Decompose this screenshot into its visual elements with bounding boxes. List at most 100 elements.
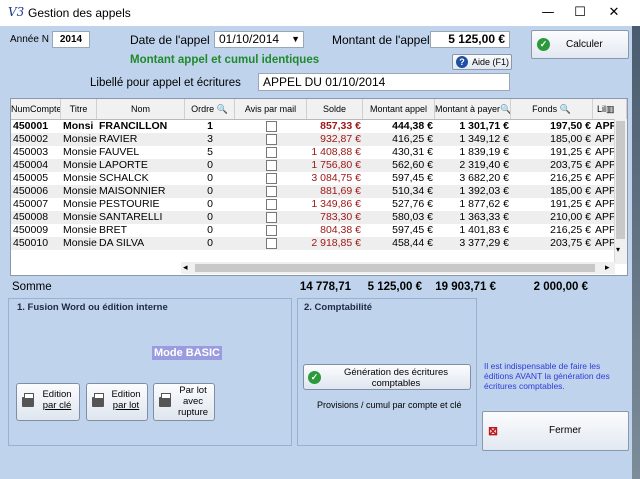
cell-avis[interactable]	[235, 146, 307, 159]
cell-appel: 458,44 €	[392, 237, 433, 249]
cell-nom: SANTARELLI	[99, 211, 163, 223]
header-montant-appel[interactable]: Montant appel	[363, 99, 435, 119]
close-icon: ⊠	[488, 424, 499, 438]
window-title: Gestion des appels	[28, 6, 131, 20]
btn2-line2: par lot	[112, 400, 140, 411]
montant-input[interactable]: 5 125,00 €	[430, 31, 510, 48]
cell-ordre: 0	[207, 185, 213, 197]
avis-checkbox[interactable]	[265, 185, 277, 197]
avis-checkbox[interactable]	[265, 159, 277, 171]
calculer-button[interactable]: ✓ Calculer	[531, 30, 629, 59]
cell-avis[interactable]	[235, 185, 307, 198]
section-comptabilite: 2. Comptabilité ✓ Génération des écritur…	[297, 298, 477, 446]
cell-avis[interactable]	[235, 133, 307, 146]
avis-checkbox[interactable]	[265, 211, 277, 223]
cell-nom: FAUVEL	[99, 146, 140, 158]
header-nom[interactable]: Nom	[97, 99, 185, 119]
cell-nom: BRET	[99, 224, 128, 236]
cell-solde: 2 918,85 €	[311, 237, 361, 249]
header-solde[interactable]: Solde	[307, 99, 363, 119]
table-row[interactable]: 450007 Monsie PESTOURIE 0 1 349,86 € 527,76 €…	[11, 198, 615, 211]
header-ordre-label: Ordre	[191, 104, 215, 114]
maximize-button[interactable]: ☐	[562, 0, 598, 26]
avis-checkbox[interactable]	[265, 224, 277, 236]
avis-checkbox[interactable]	[265, 172, 277, 184]
table-row[interactable]: 450002 Monsie RAVIER 3 932,87 € 416,25 € 1 349…	[11, 133, 615, 146]
cell-nom: LAPORTE	[99, 159, 148, 171]
edition-par-lot-button[interactable]: Edition par lot	[86, 383, 148, 421]
printer-icon	[22, 393, 34, 407]
cell-avis[interactable]	[235, 237, 307, 250]
fermer-button[interactable]: ⊠ Fermer	[482, 411, 629, 451]
libelle-input[interactable]: APPEL DU 01/10/2014	[258, 73, 510, 91]
cell-numcompte: 450010	[13, 237, 49, 249]
header-montant-payer[interactable]: Montant à payer🔍	[435, 99, 511, 119]
avis-checkbox[interactable]	[265, 198, 277, 210]
total-payer: 19 903,71 €	[435, 281, 496, 293]
cell-avis[interactable]	[235, 159, 307, 172]
annee-input[interactable]: 2014	[52, 31, 90, 48]
total-fonds: 2 000,00 €	[533, 281, 588, 293]
info-text: Il est indispensable de faire les éditio…	[484, 361, 610, 391]
aide-button[interactable]: ? Aide (F1)	[452, 54, 512, 70]
header-titre[interactable]: Titre	[61, 99, 97, 119]
scroll-thumb[interactable]	[616, 121, 625, 239]
cell-avis[interactable]	[235, 198, 307, 211]
avis-checkbox[interactable]	[265, 237, 277, 249]
cell-avis[interactable]	[235, 211, 307, 224]
hscroll-thumb[interactable]	[195, 264, 595, 272]
cell-numcompte: 450009	[13, 224, 49, 236]
export-icon[interactable]: ▥	[606, 104, 615, 114]
generation-ecritures-button[interactable]: ✓ Génération des écritures comptables	[303, 364, 471, 390]
table-row[interactable]: 450008 Monsie SANTARELLI 0 783,30 € 580,03 € 1…	[11, 211, 615, 224]
table-row[interactable]: 450006 Monsie MAISONNIER 0 881,69 € 510,34 € 1…	[11, 185, 615, 198]
close-button[interactable]: ✕	[596, 0, 632, 26]
cell-avis[interactable]	[235, 120, 307, 133]
header-fonds-label: Fonds	[532, 104, 558, 114]
cell-appel: 527,76 €	[392, 198, 433, 210]
header-libelle[interactable]: Lil▥	[593, 99, 627, 119]
fermer-label: Fermer	[549, 425, 582, 436]
cell-titre: Monsie	[63, 185, 97, 197]
minimize-button[interactable]: —	[530, 0, 566, 26]
btn3-line1: Par lot	[179, 385, 207, 396]
vertical-scrollbar[interactable]: ▾	[614, 119, 627, 264]
table-row[interactable]: 450010 Monsie DA SILVA 0 2 918,85 € 458,44 € 3…	[11, 237, 615, 250]
header-ordre[interactable]: Ordre 🔍	[185, 99, 235, 119]
table-row[interactable]: 450005 Monsie SCHALCK 0 3 084,75 € 597,45 € 3 …	[11, 172, 615, 185]
table-row[interactable]: 450001 Monsi FRANCILLON 1 857,33 € 444,38 € 1 …	[11, 120, 615, 133]
header-fonds[interactable]: Fonds 🔍	[511, 99, 593, 119]
scroll-down-icon[interactable]: ▾	[616, 245, 620, 254]
cell-nom: RAVIER	[99, 133, 138, 145]
search-icon: 🔍	[559, 104, 571, 114]
edition-par-cle-button[interactable]: Edition par clé	[16, 383, 80, 421]
cell-solde: 881,69 €	[320, 185, 361, 197]
table-row[interactable]: 450009 Monsie BRET 0 804,38 € 597,45 € 1 401,8…	[11, 224, 615, 237]
header-numcompte[interactable]: NumCompte	[11, 99, 61, 119]
montant-label: Montant de l'appel	[332, 33, 430, 47]
cell-fonds: 203,75 €	[550, 159, 591, 171]
chevron-down-icon[interactable]: ▼	[291, 32, 300, 47]
scroll-right-icon[interactable]: ▸	[605, 262, 610, 273]
cell-payer: 1 392,03 €	[459, 185, 509, 197]
avis-checkbox[interactable]	[265, 120, 277, 132]
cell-nom: DA SILVA	[99, 237, 145, 249]
cell-fonds: 216,25 €	[550, 224, 591, 236]
section-fusion-word: 1. Fusion Word ou édition interne Mode B…	[8, 298, 292, 446]
header-avis[interactable]: Avis par mail	[235, 99, 307, 119]
cell-payer: 3 377,29 €	[459, 237, 509, 249]
par-lot-rupture-button[interactable]: Par lot avec rupture	[153, 383, 215, 421]
btn1-line2: par clé	[42, 400, 72, 411]
btn3-line3: rupture	[177, 407, 209, 418]
table-row[interactable]: 450004 Monsie LAPORTE 0 1 756,80 € 562,60 € 2 …	[11, 159, 615, 172]
cell-payer: 2 319,40 €	[459, 159, 509, 171]
table-row[interactable]: 450003 Monsie FAUVEL 5 1 408,88 € 430,31 € 1 8…	[11, 146, 615, 159]
cell-nom: PESTOURIE	[99, 198, 160, 210]
date-select[interactable]: 01/10/2014 ▼	[214, 31, 304, 48]
cell-avis[interactable]	[235, 224, 307, 237]
scroll-left-icon[interactable]: ◂	[183, 262, 188, 273]
horizontal-scrollbar[interactable]: ◂ ▸	[181, 262, 615, 274]
avis-checkbox[interactable]	[265, 146, 277, 158]
cell-avis[interactable]	[235, 172, 307, 185]
avis-checkbox[interactable]	[265, 133, 277, 145]
